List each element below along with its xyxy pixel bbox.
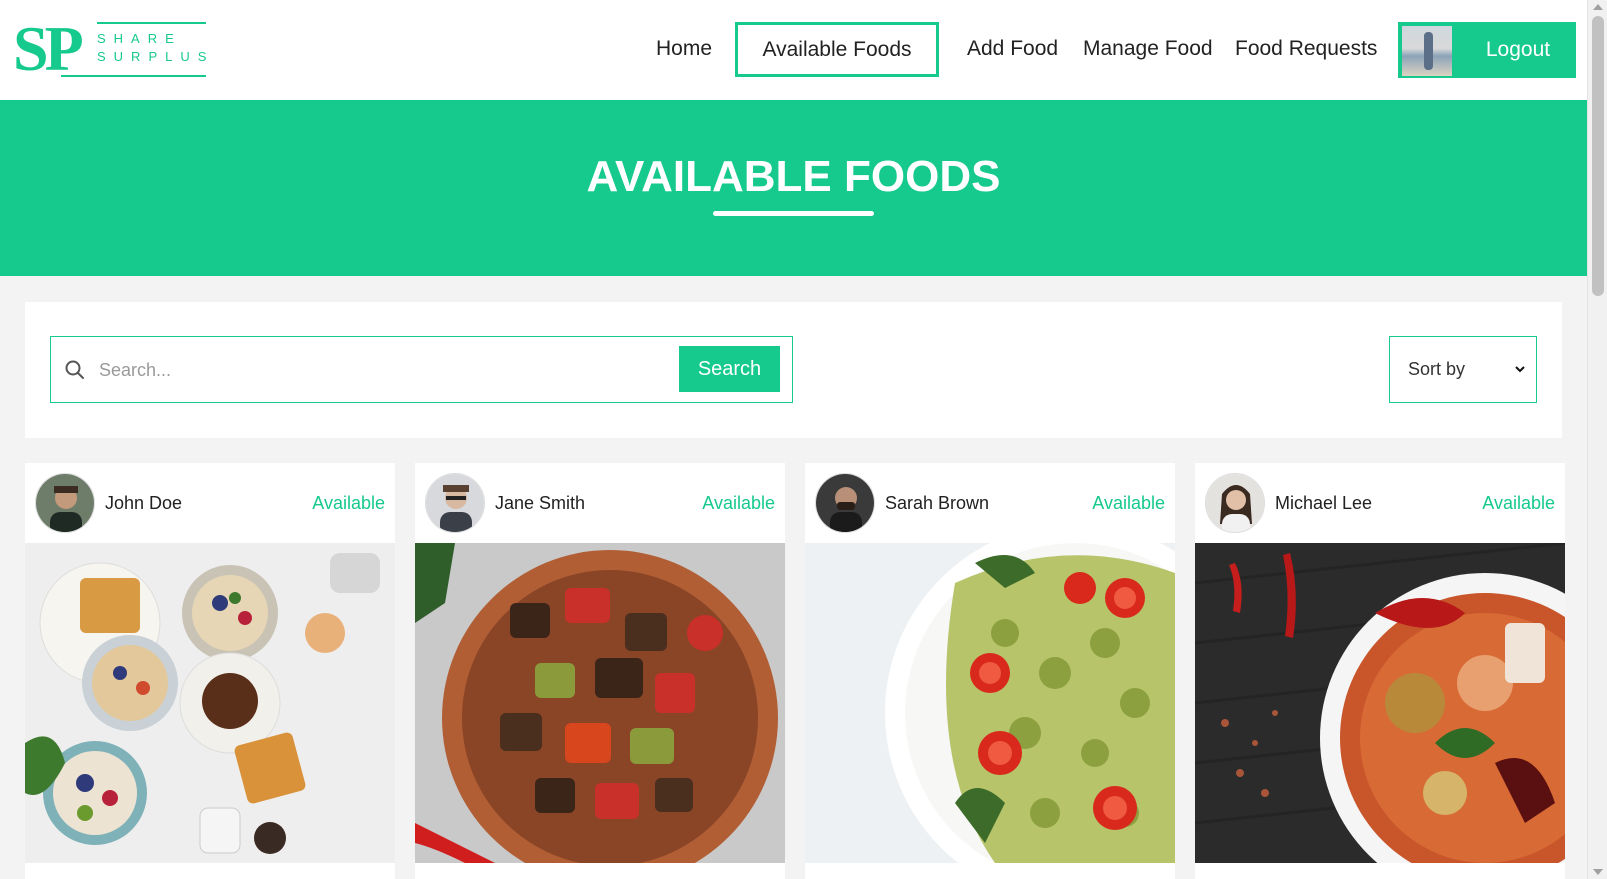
sort-select[interactable]: Sort by xyxy=(1389,336,1537,403)
donor-avatar xyxy=(35,473,95,533)
card-header: John Doe Available xyxy=(25,463,395,543)
donor-avatar xyxy=(1205,473,1265,533)
logo-initials: SP xyxy=(13,13,84,84)
donor-avatar xyxy=(815,473,875,533)
logo-wordmark: SHARE SURPLUS xyxy=(97,30,214,66)
food-image[interactable] xyxy=(25,543,395,863)
nav-home[interactable]: Home xyxy=(656,36,712,62)
brand-logo[interactable]: SP SHARE SURPLUS xyxy=(13,14,206,84)
nav-manage-food[interactable]: Manage Food xyxy=(1083,36,1213,62)
scroll-up-icon[interactable] xyxy=(1593,4,1603,10)
donor-name: Sarah Brown xyxy=(885,493,990,513)
search-icon xyxy=(65,360,84,379)
sort-selected-value: Sort by xyxy=(1408,359,1466,379)
user-avatar[interactable] xyxy=(1402,26,1452,76)
title-underline xyxy=(713,211,874,216)
page-banner: AVAILABLE FOODS xyxy=(0,100,1587,276)
status-badge: Available xyxy=(702,493,775,513)
logout-button[interactable]: Logout xyxy=(1464,24,1572,76)
page-title: AVAILABLE FOODS xyxy=(586,152,1001,201)
food-card[interactable]: Sarah Brown Available xyxy=(805,463,1175,879)
card-header: Michael Lee Available xyxy=(1195,463,1565,543)
navbar: SP SHARE SURPLUS Home Available Foods Ad… xyxy=(0,0,1587,100)
food-image[interactable] xyxy=(415,543,785,863)
status-badge: Available xyxy=(312,493,385,513)
logo-rule-bottom xyxy=(61,75,206,77)
filter-panel: Search Sort by xyxy=(25,302,1562,438)
search-button[interactable]: Search xyxy=(679,346,780,392)
food-image[interactable] xyxy=(805,543,1175,863)
donor-name: John Doe xyxy=(105,493,183,513)
donor-avatar xyxy=(425,473,485,533)
food-card[interactable]: John Doe Available xyxy=(25,463,395,879)
page-scrollbar[interactable] xyxy=(1587,0,1607,879)
card-header: Sarah Brown Available xyxy=(805,463,1175,543)
user-menu: Logout xyxy=(1398,22,1576,78)
donor-name: Michael Lee xyxy=(1275,493,1373,513)
nav-add-food[interactable]: Add Food xyxy=(967,36,1058,62)
food-image[interactable] xyxy=(1195,543,1565,863)
status-badge: Available xyxy=(1092,493,1165,513)
logo-word-share: SHARE xyxy=(97,31,182,46)
search-input[interactable] xyxy=(99,349,659,391)
scroll-down-icon[interactable] xyxy=(1593,869,1603,875)
chevron-down-icon xyxy=(1515,366,1525,373)
search-bar: Search xyxy=(50,336,793,403)
donor-name: Jane Smith xyxy=(495,493,586,513)
nav-available-foods[interactable]: Available Foods xyxy=(735,22,939,77)
food-card[interactable]: Michael Lee Available xyxy=(1195,463,1565,879)
food-card[interactable]: Jane Smith Available xyxy=(415,463,785,879)
logo-rule-top xyxy=(97,22,206,24)
logo-word-surplus: SURPLUS xyxy=(97,49,215,64)
nav-food-requests[interactable]: Food Requests xyxy=(1235,36,1377,62)
card-header: Jane Smith Available xyxy=(415,463,785,543)
scroll-thumb[interactable] xyxy=(1592,16,1604,296)
status-badge: Available xyxy=(1482,493,1555,513)
